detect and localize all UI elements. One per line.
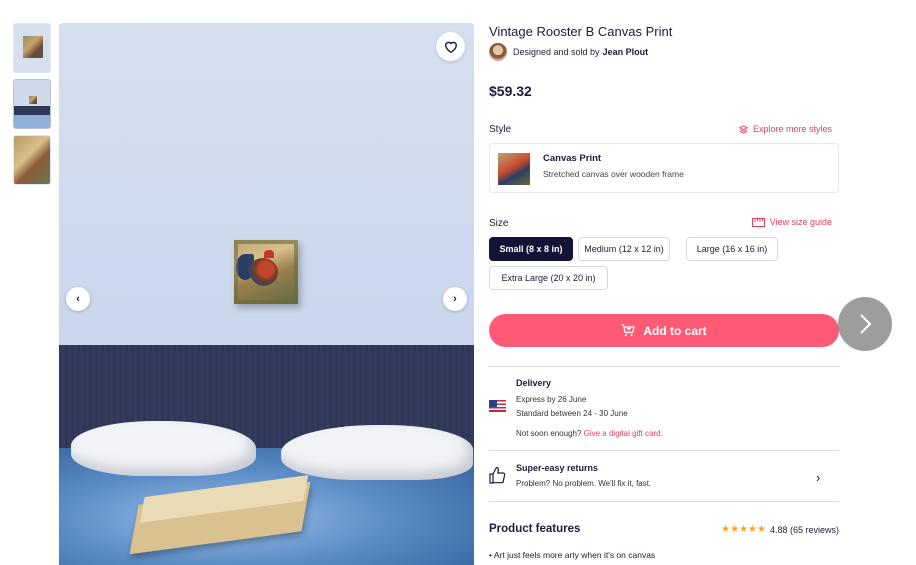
chevron-right-icon [860, 314, 872, 334]
previous-image-button[interactable]: ‹ [66, 287, 90, 311]
favorite-button[interactable] [436, 32, 465, 61]
explore-styles-link[interactable]: Explore more styles [738, 124, 832, 134]
size-option-small[interactable]: Small (8 x 8 in) [489, 237, 573, 261]
size-option-large[interactable]: Large (16 x 16 in) [686, 237, 778, 261]
thumbnail-2[interactable] [13, 79, 51, 129]
style-selector[interactable]: Canvas Print Stretched canvas over woode… [489, 143, 839, 193]
returns-description: Problem? No problem. We'll fix it, fast. [516, 479, 652, 488]
style-description: Stretched canvas over wooden frame [543, 169, 684, 179]
thumbnail-art [23, 36, 43, 58]
delivery-standard: Standard between 24 - 30 June [516, 409, 628, 418]
feature-bullet: • Art just feels more arty when it's on … [489, 550, 656, 560]
returns-title: Super-easy returns [516, 463, 599, 473]
size-option-extra-large[interactable]: Extra Large (20 x 20 in) [489, 266, 608, 290]
style-label: Style [489, 124, 512, 135]
heart-icon [444, 41, 457, 53]
next-image-button[interactable]: › [443, 287, 467, 311]
delivery-express: Express by 26 June [516, 395, 587, 404]
size-label: Size [489, 218, 509, 229]
feature-bullet-text: Art just feels more arty when it's on ca… [493, 550, 656, 560]
divider [489, 366, 839, 367]
size-guide-label: View size guide [769, 217, 832, 227]
product-price: $59.32 [489, 83, 532, 99]
cart-icon [621, 324, 636, 337]
designer-name-link[interactable]: Jean Plout [603, 47, 649, 57]
gallery-next-button[interactable] [838, 297, 892, 351]
thumbnail-3[interactable] [13, 135, 51, 185]
artwork-border [234, 240, 298, 304]
rating-summary[interactable]: ★★★★★ 4.88 (65 reviews) [721, 524, 839, 535]
product-title: Vintage Rooster B Canvas Print [489, 24, 673, 39]
add-to-cart-button[interactable]: Add to cart [489, 314, 839, 347]
gift-card-link[interactable]: Give a digital gift card. [584, 429, 663, 438]
divider [489, 501, 839, 502]
divider [489, 450, 839, 451]
pillow-left [71, 421, 256, 476]
style-thumbnail [498, 153, 530, 185]
thumbs-up-icon [489, 466, 506, 484]
designer-info: Designed and sold by Jean Plout [489, 43, 648, 61]
us-flag-icon [489, 400, 506, 412]
add-to-cart-label: Add to cart [643, 323, 707, 338]
style-name: Canvas Print [543, 153, 602, 164]
product-features-title: Product features [489, 523, 581, 535]
designer-avatar [489, 43, 507, 61]
main-product-image [59, 23, 474, 565]
size-guide-link[interactable]: View size guide [751, 217, 832, 227]
thumbnail-list [13, 23, 51, 191]
thumbnail-closeup [14, 136, 50, 184]
pillow-right [281, 425, 473, 480]
thumbnail-1[interactable] [13, 23, 51, 73]
chevron-right-icon: › [453, 293, 457, 305]
chevron-left-icon: ‹ [76, 293, 80, 305]
rating-text: 4.88 (65 reviews) [769, 524, 839, 535]
delivery-title: Delivery [516, 378, 552, 388]
explore-styles-label: Explore more styles [752, 124, 832, 134]
not-soon-text: Not soon enough? [516, 429, 582, 438]
designer-prefix: Designed and sold by [513, 47, 600, 57]
star-rating-icon: ★★★★★ [721, 524, 766, 535]
delivery-gift-line: Not soon enough? Give a digital gift car… [516, 429, 663, 438]
thumbnail-art [29, 96, 37, 104]
returns-chevron-right-icon[interactable]: › [816, 470, 820, 485]
canvas-artwork [234, 240, 298, 304]
thumbnail-bed [14, 106, 50, 128]
layers-icon [738, 124, 748, 134]
ruler-icon [751, 217, 765, 227]
size-option-medium[interactable]: Medium (12 x 12 in) [578, 237, 670, 261]
